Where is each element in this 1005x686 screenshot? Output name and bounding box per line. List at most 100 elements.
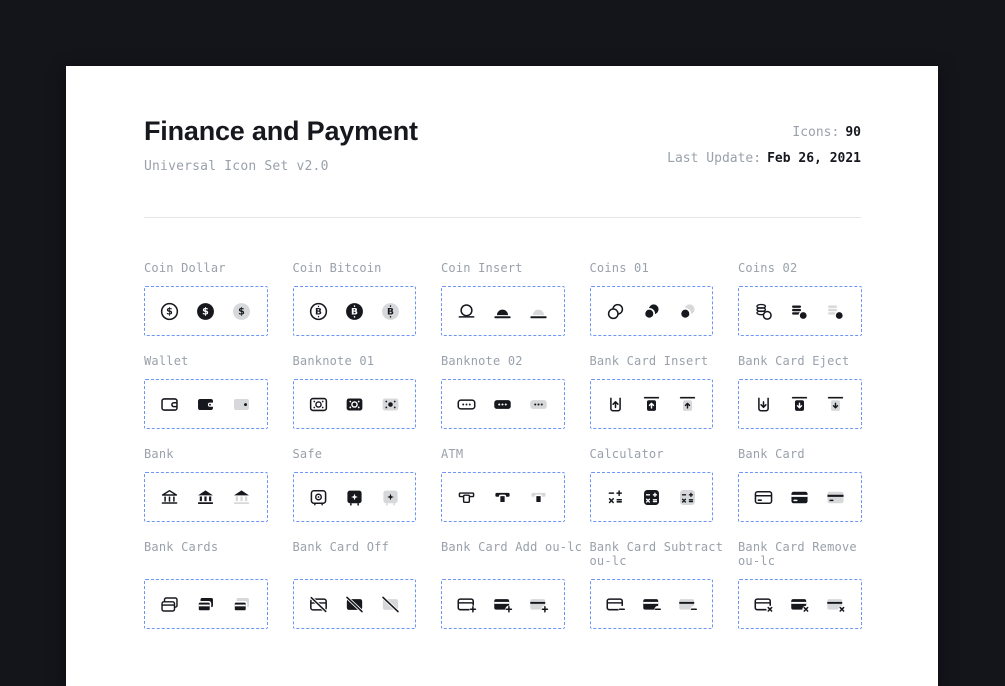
coin-insert-outline-icon[interactable] xyxy=(455,300,478,323)
page-header: Finance and Payment Universal Icon Set v… xyxy=(144,116,861,178)
calculator-filled-icon[interactable] xyxy=(640,486,663,509)
coins-02-outline-icon[interactable] xyxy=(752,300,775,323)
wallet-filled-icon[interactable] xyxy=(194,393,217,416)
bank-outline-icon[interactable] xyxy=(158,486,181,509)
wallet-outline-icon[interactable] xyxy=(158,393,181,416)
icons-count-label: Icons: xyxy=(792,125,840,140)
coin-bitcoin-duotone-icon[interactable] xyxy=(379,300,402,323)
bank-cards-filled-icon[interactable] xyxy=(194,593,217,616)
coin-insert-filled-icon[interactable] xyxy=(491,300,514,323)
bank-card-remove-duotone-icon[interactable] xyxy=(824,593,847,616)
calculator-duotone-icon[interactable] xyxy=(676,486,699,509)
wallet-duotone-icon[interactable] xyxy=(230,393,253,416)
icon-box xyxy=(441,472,565,522)
bank-card-outline-icon[interactable] xyxy=(752,486,775,509)
bank-card-off-duotone-icon[interactable] xyxy=(379,593,402,616)
icon-box xyxy=(589,286,713,336)
icons-count-row: Icons: 90 xyxy=(667,126,861,139)
bank-card-eject-outline-icon[interactable] xyxy=(752,393,775,416)
safe-filled-icon[interactable] xyxy=(343,486,366,509)
icon-box xyxy=(441,579,565,629)
atm-duotone-icon[interactable] xyxy=(527,486,550,509)
banknote-01-outline-icon[interactable] xyxy=(307,393,330,416)
atm-outline-icon[interactable] xyxy=(455,486,478,509)
icon-group-label: Bank Cards xyxy=(144,540,219,554)
icon-group-label: Coins 01 xyxy=(589,261,649,275)
last-update-row: Last Update: Feb 26, 2021 xyxy=(667,152,861,165)
last-update-label: Last Update: xyxy=(667,151,762,166)
bank-card-filled-icon[interactable] xyxy=(788,486,811,509)
icon-group-label: ATM xyxy=(441,447,464,461)
bank-card-insert-outline-icon[interactable] xyxy=(604,393,627,416)
icon-group-label: Bank Card xyxy=(738,447,805,461)
bank-card-off-outline-icon[interactable] xyxy=(307,593,330,616)
icon-group-bank-card-add: Bank Card Add ou-lc xyxy=(441,540,582,629)
content-card: Finance and Payment Universal Icon Set v… xyxy=(66,66,938,686)
bank-card-subtract-filled-icon[interactable] xyxy=(640,593,663,616)
banknote-02-filled-icon[interactable] xyxy=(491,393,514,416)
icon-group-label: Bank xyxy=(144,447,174,461)
icon-group-label: Bank Card Off xyxy=(292,540,390,554)
page-title: Finance and Payment xyxy=(144,116,418,146)
banknote-02-outline-icon[interactable] xyxy=(455,393,478,416)
icon-box xyxy=(144,286,268,336)
bank-card-eject-filled-icon[interactable] xyxy=(788,393,811,416)
bank-card-duotone-icon[interactable] xyxy=(824,486,847,509)
icon-group-bank-cards: Bank Cards xyxy=(144,540,268,629)
icon-group-label: Wallet xyxy=(144,354,189,368)
icon-group-bank-card-remove: Bank Card Remove ou-lc xyxy=(738,540,862,629)
safe-outline-icon[interactable] xyxy=(307,486,330,509)
coin-dollar-outline-icon[interactable] xyxy=(158,300,181,323)
icon-group-bank-card-insert: Bank Card Insert xyxy=(589,354,713,429)
bank-filled-icon[interactable] xyxy=(194,486,217,509)
banknote-01-duotone-icon[interactable] xyxy=(379,393,402,416)
coin-dollar-duotone-icon[interactable] xyxy=(230,300,253,323)
bank-cards-outline-icon[interactable] xyxy=(158,593,181,616)
coins-01-outline-icon[interactable] xyxy=(604,300,627,323)
icon-group-coins-02: Coins 02 xyxy=(738,261,862,336)
icon-group-label: Bank Card Remove ou-lc xyxy=(738,540,865,568)
meta-block: Icons: 90 Last Update: Feb 26, 2021 xyxy=(667,116,861,178)
icon-group-banknote-01: Banknote 01 xyxy=(292,354,416,429)
coins-01-duotone-icon[interactable] xyxy=(676,300,699,323)
title-block: Finance and Payment Universal Icon Set v… xyxy=(144,116,418,174)
atm-filled-icon[interactable] xyxy=(491,486,514,509)
coins-02-filled-icon[interactable] xyxy=(788,300,811,323)
icons-count-value: 90 xyxy=(845,125,861,140)
bank-card-insert-duotone-icon[interactable] xyxy=(676,393,699,416)
bank-card-add-filled-icon[interactable] xyxy=(491,593,514,616)
icon-group-coin-insert: Coin Insert xyxy=(441,261,565,336)
icon-group-label: Bank Card Insert xyxy=(589,354,709,368)
icon-box xyxy=(738,579,862,629)
banknote-01-filled-icon[interactable] xyxy=(343,393,366,416)
icon-group-calculator: Calculator xyxy=(589,447,713,522)
bank-card-add-outline-icon[interactable] xyxy=(455,593,478,616)
bank-card-subtract-duotone-icon[interactable] xyxy=(676,593,699,616)
icon-group-banknote-02: Banknote 02 xyxy=(441,354,565,429)
calculator-outline-icon[interactable] xyxy=(604,486,627,509)
bank-card-subtract-outline-icon[interactable] xyxy=(604,593,627,616)
icon-group-bank-card: Bank Card xyxy=(738,447,862,522)
bank-card-insert-filled-icon[interactable] xyxy=(640,393,663,416)
icon-box xyxy=(589,579,713,629)
icon-box xyxy=(738,379,862,429)
coin-bitcoin-outline-icon[interactable] xyxy=(307,300,330,323)
divider xyxy=(144,217,861,218)
coin-bitcoin-filled-icon[interactable] xyxy=(343,300,366,323)
icon-group-label: Banknote 02 xyxy=(441,354,523,368)
bank-cards-duotone-icon[interactable] xyxy=(230,593,253,616)
coin-insert-duotone-icon[interactable] xyxy=(527,300,550,323)
coin-dollar-filled-icon[interactable] xyxy=(194,300,217,323)
banknote-02-duotone-icon[interactable] xyxy=(527,393,550,416)
bank-card-remove-outline-icon[interactable] xyxy=(752,593,775,616)
icon-group-coin-bitcoin: Coin Bitcoin xyxy=(292,261,416,336)
coins-02-duotone-icon[interactable] xyxy=(824,300,847,323)
bank-card-off-filled-icon[interactable] xyxy=(343,593,366,616)
bank-card-add-duotone-icon[interactable] xyxy=(527,593,550,616)
bank-card-eject-duotone-icon[interactable] xyxy=(824,393,847,416)
bank-duotone-icon[interactable] xyxy=(230,486,253,509)
safe-duotone-icon[interactable] xyxy=(379,486,402,509)
icon-group-label: Coin Insert xyxy=(441,261,523,275)
bank-card-remove-filled-icon[interactable] xyxy=(788,593,811,616)
coins-01-filled-icon[interactable] xyxy=(640,300,663,323)
